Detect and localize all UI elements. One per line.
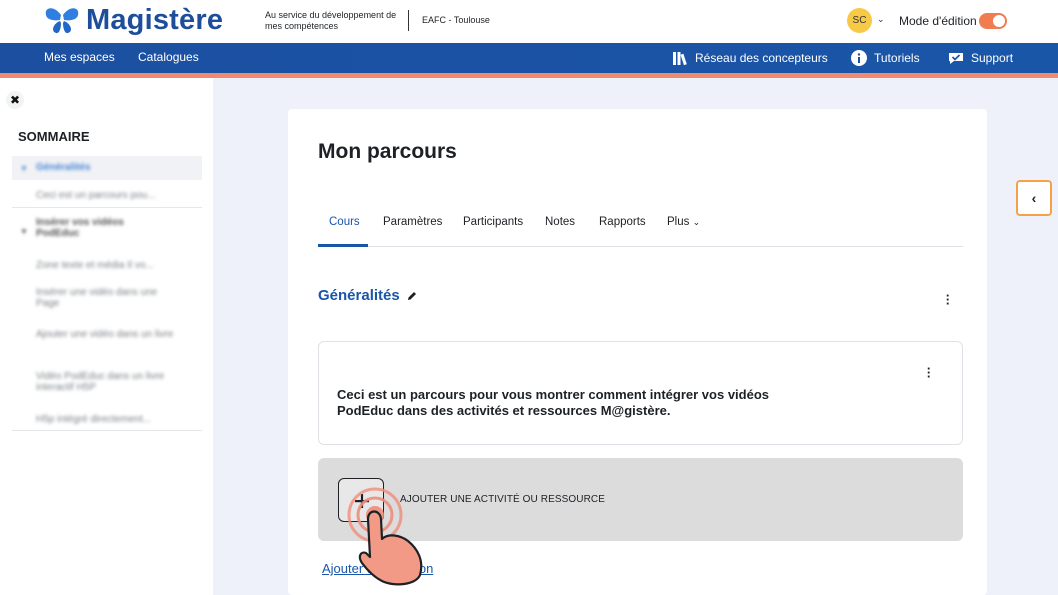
butterfly-logo-icon <box>45 7 79 33</box>
books-icon <box>673 52 687 66</box>
toc-section-generalites[interactable]: ▼ Généralités <box>12 162 90 173</box>
tab-participants[interactable]: Participants <box>463 216 523 228</box>
site-tagline: Au service du développement de mes compé… <box>265 10 397 31</box>
edit-mode-toggle[interactable] <box>979 13 1007 29</box>
user-avatar[interactable]: SC <box>847 8 872 33</box>
section-actions-kebab-icon[interactable]: · · · <box>944 289 952 310</box>
tab-plus[interactable]: Plus ⌄ <box>667 216 700 228</box>
nav-catalogues[interactable]: Catalogues <box>138 50 199 64</box>
site-logo[interactable]: Magistère <box>44 4 223 37</box>
nav-label: Support <box>971 51 1014 65</box>
tap-gesture-hand-icon <box>347 487 423 586</box>
info-icon <box>851 50 867 66</box>
support-icon <box>949 53 963 64</box>
open-block-drawer-button[interactable]: ‹ <box>1016 180 1052 216</box>
section-summary-text: Ceci est un parcours pour vous montrer c… <box>337 387 769 418</box>
nav-tutoriels[interactable]: Tutoriels <box>851 50 920 66</box>
page-title: Mon parcours <box>318 140 457 163</box>
nav-mes-espaces[interactable]: Mes espaces <box>44 50 115 64</box>
toc-item[interactable]: Ajouter une vidéo dans un livre <box>12 329 177 340</box>
edit-mode-label: Mode d'édition <box>899 14 977 28</box>
summary-actions-kebab-icon[interactable]: · · · <box>925 362 933 383</box>
secondary-navigation-tabs: Cours Paramètres Participants Notes Rapp… <box>318 202 963 247</box>
active-tab-indicator <box>318 244 368 247</box>
organization-name: EAFC - Toulouse <box>422 15 490 25</box>
top-header: Magistère Au service du développement de… <box>0 0 1058 43</box>
course-index-drawer: ✖ SOMMAIRE ▼ Généralités Ceci est un par… <box>0 78 213 595</box>
tab-label: Plus <box>667 216 690 228</box>
toc-item[interactable]: Ceci est un parcours pou... <box>12 190 156 201</box>
caret-down-icon: ▼ <box>20 227 28 236</box>
chevron-down-icon[interactable]: ⌄ <box>877 14 885 25</box>
header-divider <box>408 10 409 31</box>
toc-section-label: Insérer vos vidéos PodEduc <box>36 217 124 239</box>
tab-rapports[interactable]: Rapports <box>599 216 646 228</box>
section-title[interactable]: Généralités <box>318 287 418 304</box>
toc-item[interactable]: Insérer une vidéo dans une Page <box>12 287 162 309</box>
tab-parametres[interactable]: Paramètres <box>383 216 442 228</box>
toc-item[interactable]: Zone texte et média Il vo... <box>12 260 154 271</box>
nav-label: Réseau des concepteurs <box>695 51 828 65</box>
tab-notes[interactable]: Notes <box>545 216 575 228</box>
nav-label: Tutoriels <box>874 51 920 65</box>
chevron-down-icon: ⌄ <box>692 217 701 227</box>
nav-support[interactable]: Support <box>948 50 1013 66</box>
pencil-icon[interactable] <box>406 290 418 302</box>
section-summary: · · · Ceci est un parcours pour vous montr… <box>318 341 963 445</box>
tab-cours[interactable]: Cours <box>329 216 360 228</box>
chevron-left-icon: ‹ <box>1031 190 1037 206</box>
caret-down-icon: ▼ <box>20 164 28 173</box>
toc-item[interactable]: Vidéo PodEduc dans un livre interactif H… <box>12 371 172 393</box>
close-icon[interactable]: ✖ <box>6 91 24 109</box>
course-index-heading: SOMMAIRE <box>18 129 90 144</box>
toc-section-inserer-videos[interactable]: ▼ Insérer vos vidéos PodEduc <box>12 217 152 239</box>
toc-item[interactable]: H5p intégré directement... <box>12 414 151 425</box>
divider <box>12 207 202 208</box>
logo-text: Magistère <box>86 4 224 36</box>
toggle-knob <box>993 15 1005 27</box>
primary-navigation: Mes espaces Catalogues Réseau des concep… <box>0 43 1058 73</box>
toc-section-label: Généralités <box>36 162 91 173</box>
section-title-text: Généralités <box>318 287 400 304</box>
divider <box>12 430 202 431</box>
nav-reseau-concepteurs[interactable]: Réseau des concepteurs <box>672 50 828 66</box>
